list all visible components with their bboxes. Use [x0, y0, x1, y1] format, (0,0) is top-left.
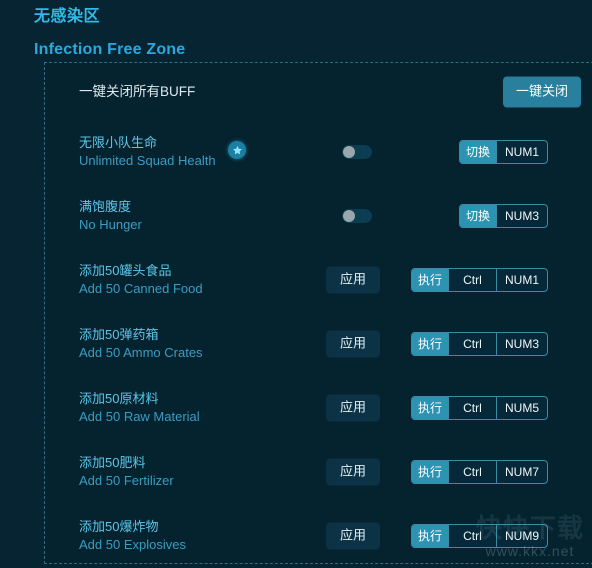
row-label: 添加50罐头食品 Add 50 Canned Food [79, 262, 203, 298]
toggle-track[interactable] [342, 209, 372, 223]
hotkey-key[interactable]: Ctrl [447, 269, 496, 291]
row-label-en: No Hunger [79, 217, 142, 232]
hotkey-group[interactable]: 切换 NUM1 [458, 140, 548, 164]
hotkey-action-label[interactable]: 切换 [459, 141, 496, 163]
hotkey-key[interactable]: NUM7 [495, 461, 547, 483]
row-label: 添加50爆炸物 Add 50 Explosives [79, 518, 186, 554]
hotkey-key[interactable]: NUM3 [495, 205, 547, 227]
hotkey-key[interactable]: Ctrl [447, 333, 496, 355]
row-label-cn: 添加50弹药箱 [79, 327, 159, 342]
cheat-row: 满饱腹度 No Hunger 切换 NUM3 [45, 184, 592, 248]
row-close-all-buffs: 一键关闭所有BUFF 一键关闭 [45, 63, 592, 120]
apply-button[interactable]: 应用 [326, 458, 381, 486]
hotkey-group[interactable]: 执行 Ctrl NUM1 [410, 268, 548, 292]
cheat-row: 添加50爆炸物 Add 50 Explosives 应用 执行 Ctrl NUM9 [45, 504, 592, 568]
row-label-cn: 添加50罐头食品 [79, 263, 172, 278]
close-all-buffs-label: 一键关闭所有BUFF [79, 83, 196, 99]
hotkey-group[interactable]: 切换 NUM3 [458, 204, 548, 228]
row-label-en: Add 50 Fertilizer [79, 473, 174, 488]
hotkey-action-label[interactable]: 执行 [411, 333, 448, 355]
apply-button[interactable]: 应用 [326, 266, 381, 294]
cheat-row: 添加50罐头食品 Add 50 Canned Food 应用 执行 Ctrl NUM1 [45, 248, 592, 312]
row-label: 添加50肥料 Add 50 Fertilizer [79, 454, 174, 490]
toggle-switch[interactable] [342, 145, 372, 159]
row-label-cn: 满饱腹度 [79, 199, 132, 214]
row-label-en: Unlimited Squad Health [79, 153, 216, 168]
hotkey-group[interactable]: 执行 Ctrl NUM3 [410, 332, 548, 356]
hotkey-action-label[interactable]: 执行 [411, 397, 448, 419]
apply-button[interactable]: 应用 [326, 394, 381, 422]
hotkey-key[interactable]: NUM1 [495, 141, 547, 163]
cheat-rows-container: 一键关闭所有BUFF 一键关闭无限小队生命 Unlimited Squad Heal… [45, 63, 592, 568]
close-all-buffs-button[interactable]: 一键关闭 [502, 76, 581, 107]
row-label-cn: 无限小队生命 [79, 135, 158, 150]
row-label-cn: 添加50原材料 [79, 391, 159, 406]
apply-button[interactable]: 应用 [326, 522, 381, 550]
hotkey-group[interactable]: 执行 Ctrl NUM7 [410, 460, 548, 484]
hotkey-action-label[interactable]: 执行 [411, 269, 448, 291]
cheat-row: 添加50原材料 Add 50 Raw Material 应用 执行 Ctrl NUM5 [45, 376, 592, 440]
page-title-block: 无感染区 Infection Free Zone [0, 0, 592, 61]
cheat-row: 添加50弹药箱 Add 50 Ammo Crates 应用 执行 Ctrl NUM3 [45, 312, 592, 376]
toggle-knob[interactable] [343, 146, 355, 158]
apply-button-wrap: 应用 [326, 458, 381, 486]
apply-button[interactable]: 应用 [326, 330, 381, 358]
row-label: 添加50原材料 Add 50 Raw Material [79, 390, 200, 426]
hotkey-group[interactable]: 执行 Ctrl NUM5 [410, 396, 548, 420]
hotkey-key[interactable]: Ctrl [447, 525, 496, 547]
row-label-en: Add 50 Canned Food [79, 281, 203, 296]
apply-button-wrap: 应用 [326, 266, 381, 294]
hotkey-group[interactable]: 执行 Ctrl NUM9 [410, 524, 548, 548]
hotkey-action-label[interactable]: 执行 [411, 525, 448, 547]
toggle-track[interactable] [342, 145, 372, 159]
star-icon [228, 141, 246, 159]
page-title-en: Infection Free Zone [34, 41, 186, 58]
row-label-cn: 添加50肥料 [79, 455, 146, 470]
cheat-row: 无限小队生命 Unlimited Squad Health 切换 NUM1 [45, 120, 592, 184]
toggle-knob[interactable] [343, 210, 355, 222]
hotkey-action-label[interactable]: 执行 [411, 461, 448, 483]
row-label-en: Add 50 Ammo Crates [79, 345, 203, 360]
apply-button-wrap: 应用 [326, 394, 381, 422]
cheat-options-panel: 一键关闭所有BUFF 一键关闭无限小队生命 Unlimited Squad Heal… [44, 62, 592, 564]
hotkey-action-label[interactable]: 切换 [459, 205, 496, 227]
row-label-en: Add 50 Explosives [79, 537, 186, 552]
hotkey-key[interactable]: NUM3 [495, 333, 547, 355]
row-label: 满饱腹度 No Hunger [79, 198, 142, 234]
row-label: 无限小队生命 Unlimited Squad Health [79, 134, 216, 170]
hotkey-key[interactable]: Ctrl [447, 397, 496, 419]
apply-button-wrap: 应用 [326, 330, 381, 358]
toggle-switch[interactable] [342, 209, 372, 223]
hotkey-key[interactable]: NUM5 [495, 397, 547, 419]
row-label-en: Add 50 Raw Material [79, 409, 200, 424]
row-label: 一键关闭所有BUFF [79, 83, 195, 101]
hotkey-key[interactable]: Ctrl [447, 461, 496, 483]
row-label-cn: 添加50爆炸物 [79, 519, 159, 534]
hotkey-key[interactable]: NUM9 [495, 525, 547, 547]
hotkey-key[interactable]: NUM1 [495, 269, 547, 291]
page-title-cn: 无感染区 [34, 8, 101, 25]
cheat-row: 添加50肥料 Add 50 Fertilizer 应用 执行 Ctrl NUM7 [45, 440, 592, 504]
apply-button-wrap: 应用 [326, 522, 381, 550]
row-label: 添加50弹药箱 Add 50 Ammo Crates [79, 326, 203, 362]
